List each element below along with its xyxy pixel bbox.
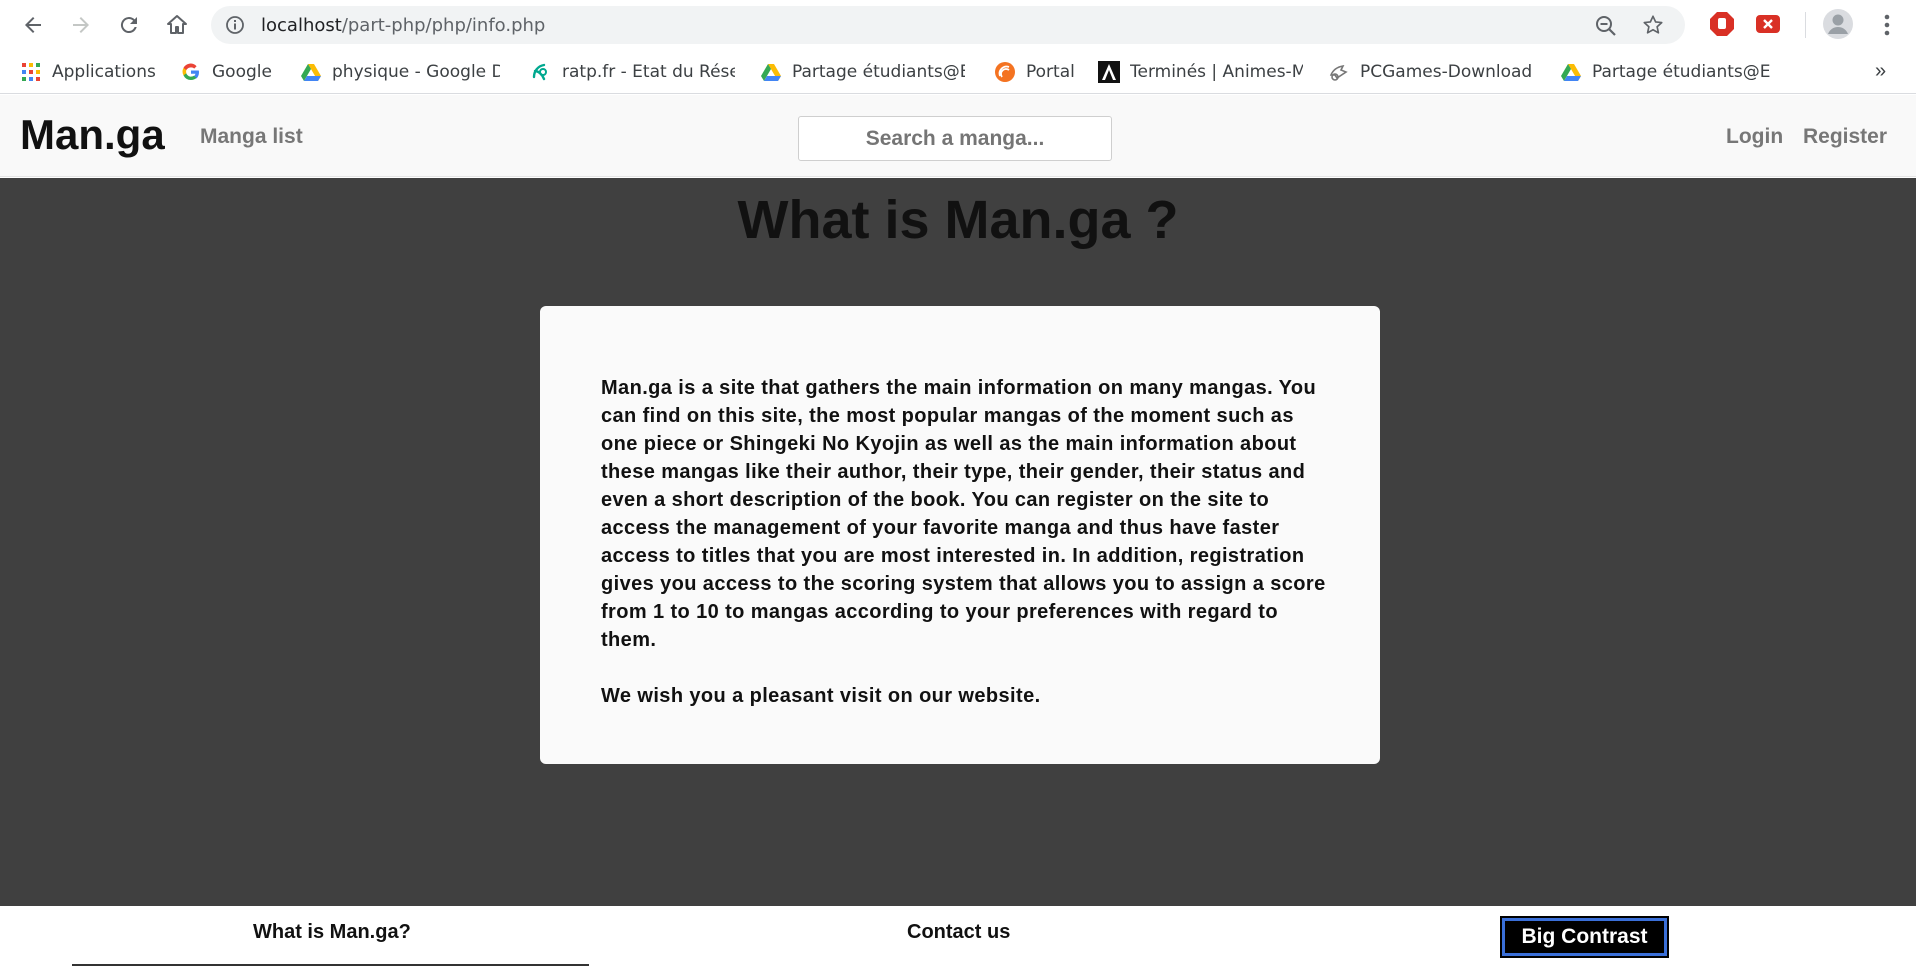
url-text[interactable]: localhost/part-php/php/info.php [261, 15, 545, 36]
pcgames-icon [1329, 64, 1348, 81]
toolbar-divider [1805, 12, 1806, 38]
more-bookmarks-icon[interactable]: » [1875, 60, 1886, 83]
address-bar[interactable]: localhost/part-php/php/info.php [211, 6, 1685, 44]
ratp-icon [532, 63, 547, 81]
bookmark-label: Terminés | Animes-M [1130, 62, 1303, 82]
url-host: localhost [261, 15, 342, 36]
bookmark-label: Google [212, 62, 272, 82]
bookmark-partage-etudiants[interactable]: Partage étudiants@EF [760, 60, 965, 84]
site-footer: What is Man.ga? Contact us Big Contrast [0, 906, 1916, 967]
bookmark-animes[interactable]: Terminés | Animes-M [1098, 60, 1303, 84]
search-input[interactable] [798, 116, 1112, 161]
bookmark-partage-etudiants-2[interactable]: Partage étudiants@EF [1560, 60, 1770, 84]
bookmark-label: ratp.fr - Etat du Résea [562, 62, 735, 82]
profile-avatar-icon[interactable] [1822, 8, 1854, 40]
url-path: /part-php/php/info.php [341, 15, 546, 36]
bookmark-physique-drive[interactable]: physique - Google Dr [300, 60, 500, 84]
portal-icon [995, 62, 1015, 82]
bookmark-label: Applications [52, 62, 156, 82]
contact-us-link[interactable]: Contact us [907, 921, 1010, 944]
back-arrow-icon[interactable] [18, 10, 48, 40]
main-content: What is Man.ga ? Man.ga is a site that g… [0, 178, 1916, 906]
bookmark-label: Portal [1026, 62, 1075, 82]
page-title: What is Man.ga ? [737, 190, 1179, 250]
bookmark-label: Partage étudiants@EF [792, 62, 965, 82]
forward-arrow-icon[interactable] [66, 10, 96, 40]
manga-list-link[interactable]: Manga list [200, 125, 303, 149]
close-extension-icon[interactable] [1755, 11, 1781, 37]
bookmarks-bar: Applications Google physique - Google Dr… [0, 50, 1916, 94]
bookmark-label: PCGames-Download [1360, 62, 1533, 82]
welcome-message: We wish you a pleasant visit on our webs… [601, 685, 1041, 707]
site-header: Man.ga Manga list Login Register [0, 95, 1916, 177]
zoom-out-icon[interactable] [1595, 15, 1617, 37]
kebab-menu-icon[interactable] [1877, 10, 1897, 40]
google-drive-icon [301, 64, 321, 81]
bookmark-star-icon[interactable] [1642, 14, 1664, 36]
google-drive-icon [1561, 64, 1581, 81]
google-icon [182, 63, 199, 81]
what-is-manga-link[interactable]: What is Man.ga? [253, 921, 411, 944]
adblock-stop-icon[interactable] [1709, 11, 1735, 37]
info-card: Man.ga is a site that gathers the main i… [540, 306, 1380, 764]
google-drive-icon [761, 64, 781, 81]
browser-toolbar: localhost/part-php/php/info.php [0, 0, 1916, 50]
register-link[interactable]: Register [1803, 125, 1887, 149]
login-link[interactable]: Login [1726, 125, 1783, 149]
site-logo[interactable]: Man.ga [20, 111, 165, 159]
bookmark-applications[interactable]: Applications [20, 60, 156, 84]
apps-grid-icon [22, 63, 40, 81]
bookmark-label: physique - Google Dr [332, 62, 500, 82]
big-contrast-button[interactable]: Big Contrast [1500, 916, 1669, 958]
bookmark-portal[interactable]: Portal [994, 60, 1075, 84]
home-icon[interactable] [162, 10, 192, 40]
reload-icon[interactable] [114, 10, 144, 40]
bookmark-ratp[interactable]: ratp.fr - Etat du Résea [530, 60, 735, 84]
footer-divider [72, 964, 589, 966]
site-description: Man.ga is a site that gathers the main i… [601, 377, 1326, 651]
bookmark-google[interactable]: Google [180, 60, 272, 84]
animes-icon [1098, 61, 1120, 83]
bookmark-pcgames[interactable]: PCGames-Download [1328, 60, 1533, 84]
bookmark-label: Partage étudiants@EF [1592, 62, 1770, 82]
site-info-icon[interactable] [225, 15, 245, 35]
